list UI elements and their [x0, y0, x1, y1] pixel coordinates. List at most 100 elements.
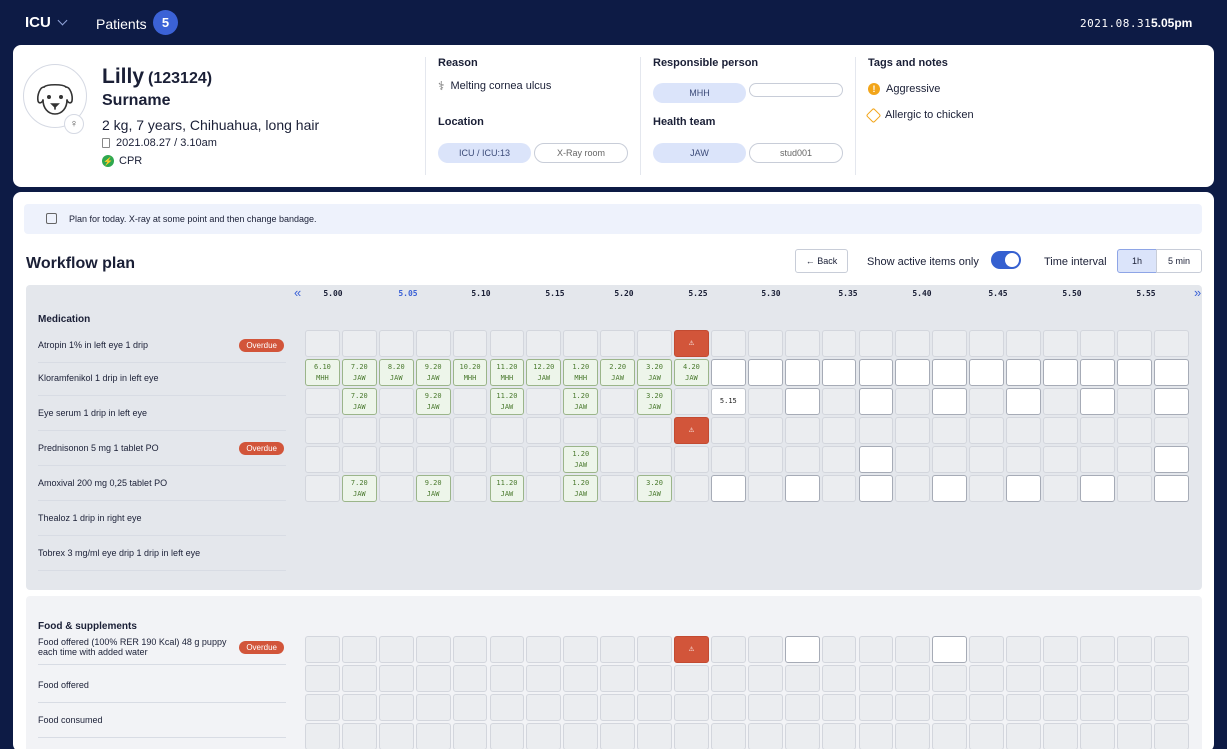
empty-cell[interactable]	[1079, 636, 1115, 663]
empty-cell[interactable]	[305, 446, 340, 473]
empty-cell[interactable]	[600, 694, 636, 721]
empty-cell[interactable]	[1006, 723, 1041, 749]
empty-cell[interactable]	[1116, 694, 1152, 721]
empty-cell[interactable]	[1079, 665, 1115, 692]
scheduled-cell[interactable]	[1006, 359, 1041, 386]
empty-cell[interactable]	[415, 636, 451, 663]
empty-cell[interactable]	[452, 417, 488, 444]
empty-cell[interactable]	[1153, 723, 1189, 749]
done-cell[interactable]: 3.20 JAW	[637, 388, 672, 415]
empty-cell[interactable]	[452, 475, 488, 502]
empty-cell[interactable]	[452, 636, 488, 663]
empty-cell[interactable]	[341, 636, 377, 663]
empty-cell[interactable]	[1006, 446, 1041, 473]
empty-cell[interactable]	[526, 388, 562, 415]
empty-cell[interactable]	[674, 723, 709, 749]
done-cell[interactable]: 3.20 JAW	[637, 359, 672, 386]
empty-cell[interactable]	[747, 388, 783, 415]
empty-cell[interactable]	[821, 388, 857, 415]
empty-cell[interactable]	[305, 475, 340, 502]
empty-cell[interactable]	[710, 723, 746, 749]
empty-cell[interactable]	[895, 694, 931, 721]
empty-cell[interactable]	[784, 330, 820, 357]
empty-cell[interactable]	[858, 636, 894, 663]
empty-cell[interactable]	[710, 330, 746, 357]
scheduled-cell[interactable]	[1153, 359, 1189, 386]
empty-cell[interactable]	[563, 723, 599, 749]
empty-cell[interactable]	[895, 636, 931, 663]
empty-cell[interactable]	[526, 665, 562, 692]
empty-cell[interactable]	[1043, 475, 1078, 502]
empty-cell[interactable]	[305, 694, 340, 721]
empty-cell[interactable]	[1006, 417, 1041, 444]
row-label[interactable]: Food offered	[38, 668, 286, 703]
team-pill[interactable]: stud001	[749, 143, 843, 163]
empty-cell[interactable]	[1006, 694, 1041, 721]
empty-cell[interactable]	[674, 665, 709, 692]
empty-cell[interactable]	[969, 694, 1005, 721]
empty-cell[interactable]	[784, 417, 820, 444]
scheduled-cell[interactable]	[858, 475, 894, 502]
empty-cell[interactable]	[452, 665, 488, 692]
empty-cell[interactable]	[710, 417, 746, 444]
empty-cell[interactable]	[747, 475, 783, 502]
empty-cell[interactable]	[969, 723, 1005, 749]
done-cell[interactable]: 8.20 JAW	[378, 359, 414, 386]
empty-cell[interactable]	[1043, 636, 1078, 663]
empty-cell[interactable]	[305, 330, 340, 357]
location-pill[interactable]: ICU / ICU:13	[438, 143, 531, 163]
empty-cell[interactable]	[341, 694, 377, 721]
empty-cell[interactable]	[1153, 636, 1189, 663]
empty-cell[interactable]	[1043, 388, 1078, 415]
scheduled-cell[interactable]: 5.15	[710, 388, 746, 415]
empty-cell[interactable]	[378, 388, 414, 415]
empty-cell[interactable]	[526, 475, 562, 502]
empty-cell[interactable]	[415, 694, 451, 721]
empty-cell[interactable]	[1043, 694, 1078, 721]
empty-cell[interactable]	[747, 723, 783, 749]
empty-cell[interactable]	[526, 446, 562, 473]
empty-cell[interactable]	[784, 694, 820, 721]
empty-cell[interactable]	[489, 665, 525, 692]
empty-cell[interactable]	[784, 665, 820, 692]
empty-cell[interactable]	[452, 388, 488, 415]
empty-cell[interactable]	[305, 723, 340, 749]
scheduled-cell[interactable]	[1043, 359, 1078, 386]
empty-cell[interactable]	[452, 446, 488, 473]
scheduled-cell[interactable]	[858, 388, 894, 415]
empty-cell[interactable]	[305, 417, 340, 444]
empty-cell[interactable]	[969, 636, 1005, 663]
empty-cell[interactable]	[895, 475, 931, 502]
empty-cell[interactable]	[895, 446, 931, 473]
overdue-cell[interactable]: ⚠	[674, 417, 709, 444]
empty-cell[interactable]	[932, 330, 968, 357]
empty-cell[interactable]	[341, 330, 377, 357]
empty-cell[interactable]	[932, 446, 968, 473]
row-label[interactable]: Kloramfenikol 1 drip in left eye	[38, 361, 286, 396]
empty-cell[interactable]	[489, 417, 525, 444]
unit-selector[interactable]: ICU	[25, 14, 68, 31]
empty-cell[interactable]	[452, 330, 488, 357]
done-cell[interactable]: 12.20 JAW	[526, 359, 562, 386]
empty-cell[interactable]	[821, 694, 857, 721]
empty-cell[interactable]	[1116, 330, 1152, 357]
empty-cell[interactable]	[1116, 665, 1152, 692]
done-cell[interactable]: 11.20 MHH	[489, 359, 525, 386]
scheduled-cell[interactable]	[1153, 446, 1189, 473]
empty-cell[interactable]	[415, 446, 451, 473]
empty-cell[interactable]	[637, 694, 672, 721]
row-label[interactable]: Food offered (100% RER 190 Kcal) 48 g pu…	[38, 630, 286, 665]
empty-cell[interactable]	[784, 446, 820, 473]
empty-cell[interactable]	[489, 694, 525, 721]
empty-cell[interactable]	[1043, 665, 1078, 692]
empty-cell[interactable]	[526, 723, 562, 749]
done-cell[interactable]: 9.20 JAW	[415, 388, 451, 415]
empty-cell[interactable]	[637, 636, 672, 663]
empty-cell[interactable]	[1153, 417, 1189, 444]
empty-cell[interactable]	[1153, 330, 1189, 357]
empty-cell[interactable]	[674, 446, 709, 473]
empty-cell[interactable]	[489, 723, 525, 749]
empty-cell[interactable]	[969, 665, 1005, 692]
empty-cell[interactable]	[415, 330, 451, 357]
empty-cell[interactable]	[710, 665, 746, 692]
